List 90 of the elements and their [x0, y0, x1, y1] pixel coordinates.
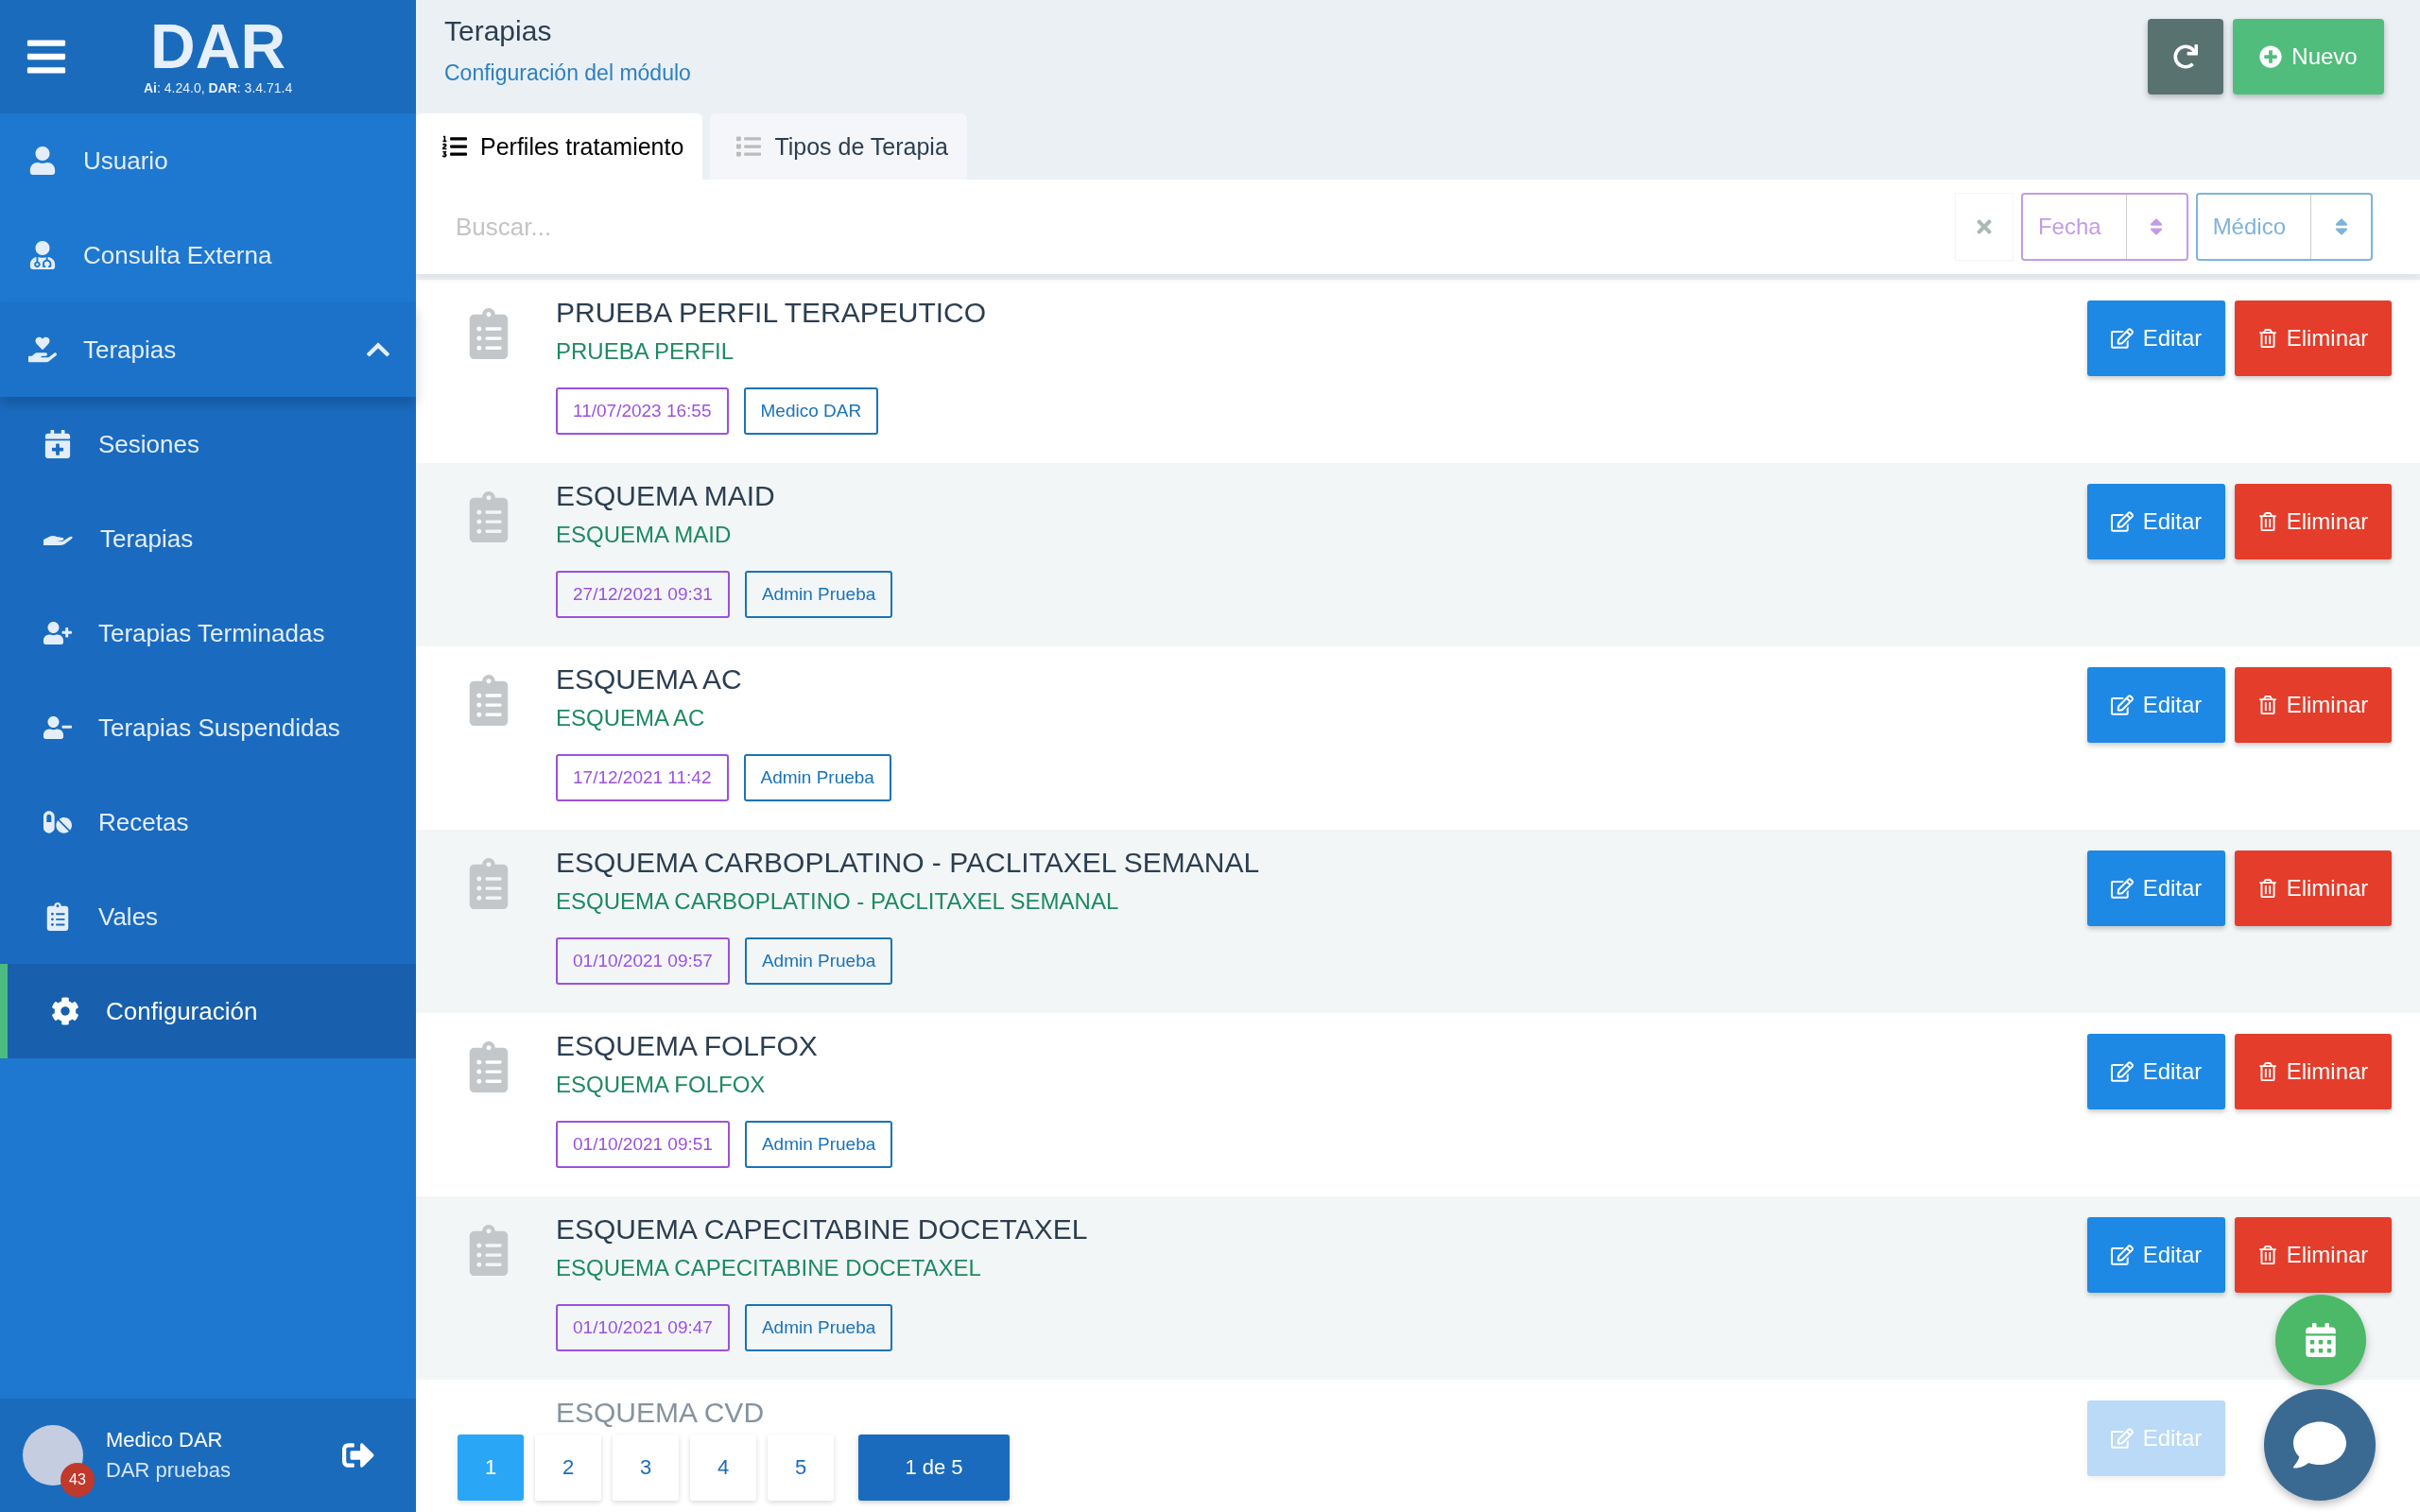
- page-button[interactable]: 4: [690, 1435, 756, 1501]
- settings-icon: [51, 997, 79, 1025]
- doctor-tag: Admin Prueba: [744, 1121, 893, 1168]
- edit-icon: [2110, 510, 2134, 533]
- delete-button[interactable]: Eliminar: [2235, 850, 2392, 926]
- new-button[interactable]: Nuevo: [2233, 19, 2384, 94]
- trash-icon: [2257, 329, 2277, 348]
- trash-icon: [2257, 696, 2277, 714]
- edit-icon: [2110, 1427, 2134, 1450]
- doctor-tag: Admin Prueba: [744, 937, 893, 985]
- row-subtitle: ESQUEMA FOLFOX: [556, 1072, 767, 1098]
- nav-item[interactable]: Terapias: [0, 491, 416, 586]
- version-text: Ai: 4.24.0, DAR: 3.4.71.4: [144, 80, 293, 95]
- row-subtitle: ESQUEMA MAID: [556, 522, 733, 548]
- user-organization: DAR pruebas: [106, 1458, 233, 1483]
- sort-filter[interactable]: Médico: [2195, 193, 2373, 261]
- date-tag: 11/07/2023 16:55: [556, 387, 729, 435]
- edit-icon: [2110, 1244, 2134, 1266]
- nav-item[interactable]: Terapias Suspendidas: [0, 680, 416, 775]
- refresh-icon: [2173, 44, 2198, 69]
- trash-icon: [2257, 1062, 2277, 1081]
- edit-icon: [2110, 877, 2134, 900]
- page-title: Terapias: [444, 15, 553, 47]
- date-tag: 01/10/2021 09:57: [556, 937, 730, 985]
- pills-icon: [43, 808, 72, 836]
- edit-button[interactable]: Editar: [2087, 1217, 2225, 1293]
- delete-button[interactable]: Eliminar: [2235, 301, 2392, 376]
- delete-button[interactable]: Eliminar: [2235, 484, 2392, 559]
- date-tag: 17/12/2021 11:42: [556, 754, 729, 801]
- sort-filter[interactable]: Fecha: [2020, 193, 2188, 261]
- delete-button[interactable]: Eliminar: [2235, 1217, 2392, 1293]
- edit-button[interactable]: Editar: [2087, 850, 2225, 926]
- row-title: ESQUEMA AC: [556, 663, 743, 696]
- tab[interactable]: Perfiles tratamiento: [416, 113, 703, 180]
- doctor-tag: Admin Prueba: [744, 571, 893, 618]
- page-button[interactable]: 5: [768, 1435, 834, 1501]
- user-plus-icon: [43, 619, 72, 647]
- logo: DAR: [150, 18, 286, 75]
- user-icon: [28, 146, 57, 175]
- row-title: ESQUEMA CARBOPLATINO - PACLITAXEL SEMANAL: [556, 847, 1261, 879]
- row-title: PRUEBA PERFIL TERAPEUTICO: [556, 297, 988, 329]
- user-name: Medico DAR: [106, 1428, 224, 1452]
- user-minus-icon: [43, 713, 72, 742]
- nav-item[interactable]: Vales: [0, 869, 416, 964]
- edit-button[interactable]: Editar: [2087, 484, 2225, 559]
- nav-item[interactable]: Configuración: [0, 964, 416, 1058]
- page-subtitle: Configuración del módulo: [444, 60, 692, 86]
- edit-button[interactable]: Editar: [2087, 667, 2225, 743]
- nav-item[interactable]: Terapias Terminadas: [0, 586, 416, 680]
- list-icon: [736, 134, 762, 159]
- date-tag: 01/10/2021 09:51: [556, 1121, 730, 1168]
- trash-icon: [2257, 512, 2277, 531]
- row-title: ESQUEMA CVD: [556, 1397, 766, 1429]
- nav-item[interactable]: Sesiones: [0, 397, 416, 491]
- doctor-tag: Admin Prueba: [743, 754, 891, 801]
- row-title: ESQUEMA CAPECITABINE DOCETAXEL: [556, 1213, 1089, 1246]
- page-button[interactable]: 2: [535, 1435, 601, 1501]
- page-summary[interactable]: 1 de 5: [858, 1435, 1010, 1501]
- date-tag: 27/12/2021 09:31: [556, 571, 730, 618]
- plus-icon: [2259, 45, 2283, 68]
- doctor-tag: Admin Prueba: [744, 1304, 893, 1351]
- page-button[interactable]: 1: [458, 1435, 524, 1501]
- date-tag: 01/10/2021 09:47: [556, 1304, 730, 1351]
- row-title: ESQUEMA FOLFOX: [556, 1030, 819, 1062]
- refresh-button[interactable]: [2148, 19, 2223, 94]
- doctor-icon: [28, 241, 57, 269]
- nav-item[interactable]: Recetas: [0, 775, 416, 869]
- row-subtitle: PRUEBA PERFIL: [556, 338, 735, 365]
- edit-icon: [2110, 694, 2134, 716]
- trash-icon: [2257, 879, 2277, 898]
- numbered-list-icon: [442, 134, 467, 159]
- calendar-plus-icon: [43, 430, 72, 458]
- edit-icon: [2110, 327, 2134, 350]
- doctor-tag: Medico DAR: [743, 387, 879, 435]
- calendar-icon: [2304, 1323, 2338, 1357]
- delete-button[interactable]: Eliminar: [2235, 667, 2392, 743]
- edit-icon: [2110, 1060, 2134, 1083]
- delete-button[interactable]: Eliminar: [2235, 1034, 2392, 1109]
- trash-icon: [2257, 1246, 2277, 1264]
- page-button[interactable]: 3: [613, 1435, 679, 1501]
- hand-heart-icon: [28, 335, 57, 364]
- row-subtitle: ESQUEMA CAPECITABINE DOCETAXEL: [556, 1255, 982, 1281]
- tab[interactable]: Tipos de Terapia: [710, 113, 967, 180]
- row-subtitle: ESQUEMA AC: [556, 705, 706, 731]
- notification-badge: 43: [60, 1463, 95, 1497]
- edit-button[interactable]: Editar: [2087, 301, 2225, 376]
- edit-button[interactable]: Editar: [2087, 1034, 2225, 1109]
- row-subtitle: ESQUEMA CARBOPLATINO - PACLITAXEL SEMANAL: [556, 888, 1120, 915]
- row-title: ESQUEMA MAID: [556, 480, 776, 512]
- nav-item[interactable]: Terapias: [0, 302, 416, 397]
